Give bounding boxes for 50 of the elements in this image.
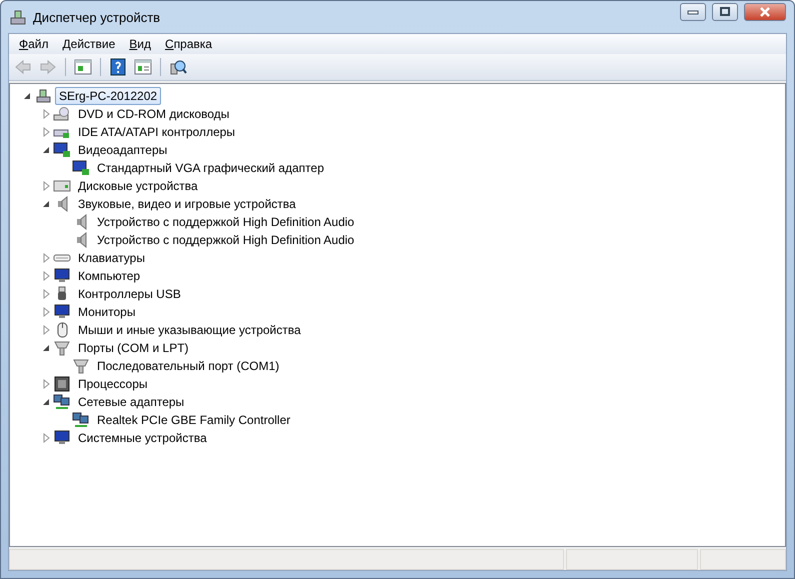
tree-item[interactable]: Звуковые, видео и игровые устройства <box>74 195 300 213</box>
computer-icon <box>34 88 52 104</box>
tree-item[interactable]: Последовательный порт (COM1) <box>93 357 284 375</box>
menu-item[interactable]: Файл <box>13 37 55 51</box>
tree-item[interactable]: Компьютер <box>74 267 144 285</box>
tree-item[interactable]: Мыши и иные указывающие устройства <box>74 321 305 339</box>
monitor-icon <box>53 430 71 446</box>
tree-item[interactable]: DVD и CD-ROM дисководы <box>74 105 234 123</box>
tree-item[interactable]: Сетевые адаптеры <box>74 393 188 411</box>
window-title: Диспетчер устройств <box>33 10 162 24</box>
tree-item[interactable]: Порты (COM и LPT) <box>74 339 193 357</box>
display-icon <box>53 142 71 158</box>
port-icon <box>72 358 90 374</box>
disc-drive-icon <box>53 106 71 122</box>
tree-item[interactable]: Дисковые устройства <box>74 177 202 195</box>
tree-item[interactable]: Процессоры <box>74 375 152 393</box>
tree-item[interactable]: Контроллеры USB <box>74 285 185 303</box>
minimize-button[interactable] <box>680 3 706 21</box>
tree-item[interactable]: Видеоадаптеры <box>74 141 172 159</box>
monitor-icon <box>53 268 71 284</box>
port-icon <box>53 340 71 356</box>
network-adapter-icon <box>53 394 71 410</box>
tree-item[interactable]: Realtek PCIe GBE Family Controller <box>93 411 294 429</box>
minimize-icon <box>687 9 699 15</box>
display-icon <box>72 160 90 176</box>
menu-item[interactable]: Действие <box>56 37 122 51</box>
monitor-icon <box>53 304 71 320</box>
tree-item[interactable]: Стандартный VGA графический адаптер <box>93 159 328 177</box>
expander-icon[interactable] <box>41 343 51 353</box>
tree-item[interactable]: SErg-PC-2012202 <box>55 87 162 105</box>
tree-item[interactable]: Устройство с поддержкой High Definition Audio <box>93 213 358 231</box>
menu-item[interactable]: Вид <box>123 37 158 51</box>
tree-item[interactable]: IDE ATA/ATAPI контроллеры <box>74 123 240 141</box>
device-manager-icon <box>9 9 27 25</box>
disk-drive-icon <box>53 178 71 194</box>
expander-icon[interactable] <box>41 397 51 407</box>
tree-item[interactable]: Системные устройства <box>74 429 211 447</box>
expander-icon[interactable] <box>41 145 51 155</box>
maximize-button[interactable] <box>712 3 738 21</box>
close-button[interactable] <box>744 3 786 21</box>
close-icon <box>759 7 771 17</box>
menu-item[interactable]: Справка <box>159 37 218 51</box>
tree-item[interactable]: Устройство с поддержкой High Definition Audio <box>93 231 358 249</box>
chip-icon <box>53 376 71 392</box>
tree-item[interactable]: Мониторы <box>74 303 140 321</box>
network-adapter-icon <box>72 412 90 428</box>
tree-item[interactable]: Клавиатуры <box>74 249 149 267</box>
expander-icon[interactable] <box>41 199 51 209</box>
maximize-icon <box>719 7 731 17</box>
expander-icon[interactable] <box>22 91 32 101</box>
